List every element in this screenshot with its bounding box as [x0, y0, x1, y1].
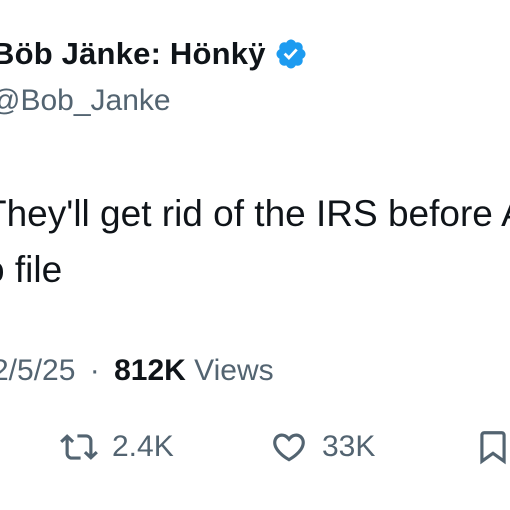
retweet-icon	[60, 428, 98, 466]
action-bar: 2.4K 33K	[0, 428, 510, 478]
author-handle[interactable]: @Bob_Janke	[0, 84, 171, 118]
meta-separator: ·	[89, 354, 100, 387]
tweet-date[interactable]: 2/5/25	[0, 354, 75, 387]
tweet-text: They'll get rid of the IRS before A o fi…	[0, 186, 510, 298]
tweet-text-line: They'll get rid of the IRS before A	[0, 193, 510, 234]
bookmark-button[interactable]	[474, 428, 510, 466]
retweet-button[interactable]: 2.4K	[60, 428, 174, 466]
views-count[interactable]: 812K	[114, 354, 186, 387]
verified-badge-icon[interactable]	[274, 37, 308, 71]
tweet-meta: 2/5/25 · 812K Views	[0, 354, 274, 388]
tweet-detail: Böb Jänke: Hönkÿ @Bob_Janke They'll get …	[0, 0, 510, 510]
like-button[interactable]: 33K	[270, 428, 375, 466]
like-count: 33K	[322, 430, 376, 463]
bookmark-icon	[474, 428, 510, 466]
views-label: Views	[194, 354, 274, 387]
tweet-text-line: o file	[0, 249, 63, 290]
author-row: Böb Jänke: Hönkÿ	[0, 36, 308, 72]
heart-icon	[270, 428, 308, 466]
author-display-name[interactable]: Böb Jänke: Hönkÿ	[0, 36, 266, 72]
retweet-count: 2.4K	[112, 430, 174, 463]
